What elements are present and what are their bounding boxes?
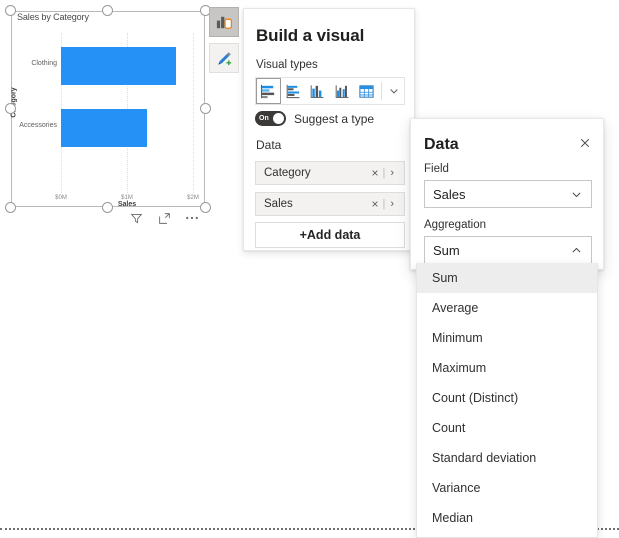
focus-mode-icon[interactable] — [156, 210, 172, 226]
aggregation-option-count[interactable]: Count — [417, 413, 597, 443]
field-label: Field — [424, 163, 449, 175]
table-icon[interactable] — [355, 78, 380, 104]
resize-handle-middle-left[interactable] — [5, 103, 16, 114]
resize-handle-bottom-left[interactable] — [5, 202, 16, 213]
field-pill-label: Sales — [264, 198, 367, 210]
toolbar-divider — [381, 82, 382, 100]
chevron-right-icon[interactable]: › — [385, 199, 396, 210]
suggest-a-type-label: Suggest a type — [294, 112, 374, 126]
aggregation-label: Aggregation — [424, 219, 486, 231]
aggregation-option-count-distinct[interactable]: Count (Distinct) — [417, 383, 597, 413]
aggregation-option-standard-deviation[interactable]: Standard deviation — [417, 443, 597, 473]
visual-types-gallery — [255, 77, 405, 105]
bar-clothing[interactable]: Clothing — [61, 47, 176, 85]
aggregation-options-list: Sum Average Minimum Maximum Count (Disti… — [416, 263, 598, 538]
more-options-icon[interactable] — [184, 210, 200, 226]
stacked-column-chart-icon[interactable] — [305, 78, 330, 104]
chart-plot-area: Clothing Accessories $0M $1M $2M — [61, 33, 193, 193]
data-section-label: Data — [256, 138, 281, 152]
chevron-right-icon[interactable]: › — [385, 168, 396, 179]
aggregation-option-variance[interactable]: Variance — [417, 473, 597, 503]
format-visual-icon[interactable] — [209, 43, 239, 73]
field-pill-category[interactable]: Category × | › — [255, 161, 405, 185]
resize-handle-top-left[interactable] — [5, 5, 16, 16]
category-label-clothing: Clothing — [31, 60, 57, 67]
data-flyout-title: Data — [424, 136, 459, 154]
resize-handle-bottom-right[interactable] — [200, 202, 211, 213]
build-pane-title: Build a visual — [256, 26, 364, 46]
aggregation-dropdown[interactable]: Sum — [424, 236, 592, 264]
clustered-column-chart-icon[interactable] — [330, 78, 355, 104]
resize-handle-top-center[interactable] — [102, 5, 113, 16]
clustered-bar-chart-icon[interactable] — [281, 78, 306, 104]
resize-handle-middle-right[interactable] — [200, 103, 211, 114]
toggle-state-label: On — [259, 115, 269, 122]
aggregation-dropdown-value: Sum — [433, 243, 570, 258]
x-axis-title: Sales — [61, 201, 193, 208]
field-dropdown[interactable]: Sales — [424, 180, 592, 208]
report-visual[interactable]: Sales by Category Category Clothing Acce… — [11, 11, 205, 207]
category-label-accessories: Accessories — [19, 122, 57, 129]
build-visual-pane: Build a visual Visual types — [243, 8, 415, 251]
field-dropdown-value: Sales — [433, 187, 570, 202]
build-visual-icon[interactable] — [209, 7, 239, 37]
aggregation-option-minimum[interactable]: Minimum — [417, 323, 597, 353]
suggest-a-type-toggle[interactable]: On — [255, 111, 286, 126]
aggregation-option-average[interactable]: Average — [417, 293, 597, 323]
chevron-up-icon — [570, 244, 583, 257]
chevron-down-icon — [570, 188, 583, 201]
resize-handle-bottom-center[interactable] — [102, 202, 113, 213]
gridline-2 — [193, 33, 194, 193]
field-pill-label: Category — [264, 167, 367, 179]
filter-icon[interactable] — [128, 210, 144, 226]
aggregation-option-median[interactable]: Median — [417, 503, 597, 533]
aggregation-option-maximum[interactable]: Maximum — [417, 353, 597, 383]
bar-accessories[interactable]: Accessories — [61, 109, 147, 147]
add-data-button[interactable]: +Add data — [255, 222, 405, 248]
chart-title: Sales by Category — [17, 12, 89, 22]
chevron-down-icon[interactable] — [384, 78, 404, 104]
field-pill-sales[interactable]: Sales × | › — [255, 192, 405, 216]
visual-footer-actions — [128, 210, 200, 226]
stacked-bar-chart-icon[interactable] — [256, 78, 281, 104]
remove-field-icon[interactable]: × — [367, 167, 382, 179]
toggle-knob — [273, 113, 284, 124]
data-flyout-panel: Data Field Sales Aggregation Sum — [410, 118, 604, 270]
visual-pane-toolbar — [209, 7, 239, 73]
visual-types-label: Visual types — [256, 59, 318, 71]
suggest-a-type-row: On Suggest a type — [255, 111, 374, 126]
close-icon[interactable] — [575, 133, 595, 153]
aggregation-option-sum[interactable]: Sum — [417, 263, 597, 293]
remove-field-icon[interactable]: × — [367, 198, 382, 210]
